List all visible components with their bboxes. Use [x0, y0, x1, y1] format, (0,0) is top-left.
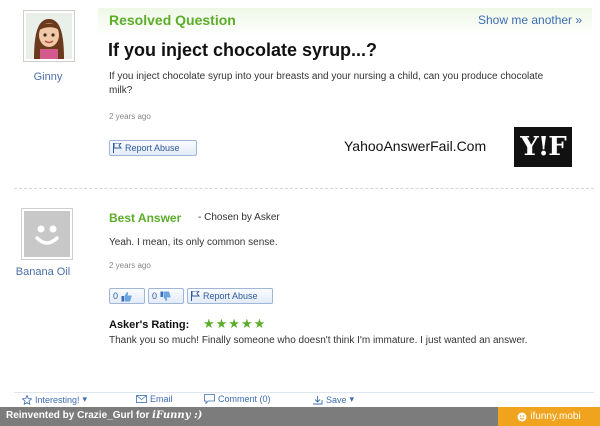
- answerer-avatar[interactable]: [21, 208, 73, 260]
- chosen-by-asker: - Chosen by Asker: [198, 212, 280, 223]
- ifunny-site-label: ifunny.mobi: [530, 411, 581, 422]
- thumbs-up-count: 0: [113, 291, 119, 301]
- question-body: If you inject chocolate syrup into your …: [109, 71, 544, 96]
- question-panel: Ginny Resolved Question Show me another …: [0, 0, 600, 182]
- answerer-name[interactable]: Banana Oil: [10, 266, 76, 278]
- comment-button[interactable]: Comment (0): [204, 394, 271, 404]
- rating-comment: Thank you so much! Finally someone who d…: [109, 335, 528, 346]
- thumbs-down-button[interactable]: 0: [148, 288, 184, 304]
- chevron-down-icon: ▾: [82, 394, 88, 404]
- thumbs-up-icon: [121, 291, 132, 301]
- rating-stars: ★★★★★: [203, 316, 267, 331]
- report-abuse-question-button[interactable]: Report Abuse: [109, 140, 197, 156]
- ifunny-site-badge[interactable]: ifunny.mobi: [498, 407, 600, 426]
- answer-timestamp: 2 years ago: [109, 261, 151, 270]
- chevron-down-icon: ▾: [349, 394, 355, 404]
- report-abuse-label: Report Abuse: [125, 143, 180, 153]
- footer-brand: iFunny :): [152, 410, 203, 421]
- answer-body: Yeah. I mean, its only common sense.: [109, 237, 278, 248]
- email-button[interactable]: Email: [136, 394, 173, 404]
- yahoo-answer-fail-logo: Y!F: [514, 127, 572, 167]
- action-bar: [14, 392, 594, 406]
- watermark-site: YahooAnswerFail.Com: [344, 138, 487, 154]
- default-avatar-icon: [24, 211, 70, 257]
- askers-rating-label: Asker's Rating:: [109, 319, 190, 331]
- save-button[interactable]: Save ▾: [312, 394, 354, 405]
- thumbs-down-icon: [160, 291, 171, 301]
- asker-avatar[interactable]: [23, 10, 75, 62]
- interesting-label: Interesting!: [35, 394, 80, 405]
- show-me-another-link[interactable]: Show me another »: [478, 13, 582, 27]
- section-divider: [14, 188, 594, 189]
- interesting-button[interactable]: Interesting! ▾: [22, 394, 87, 405]
- report-abuse-answer-button[interactable]: Report Abuse: [187, 288, 273, 304]
- ginny-avatar-icon: [26, 13, 72, 59]
- best-answer-header: Best Answer: [109, 211, 182, 225]
- flag-icon: [191, 291, 200, 301]
- thumbs-down-count: 0: [152, 291, 158, 301]
- email-icon: [136, 395, 147, 403]
- asker-name[interactable]: Ginny: [8, 71, 88, 83]
- report-abuse-label: Report Abuse: [203, 291, 258, 301]
- flag-icon: [113, 143, 122, 153]
- footer-credit: Reinvented by Crazie_Gurl for iFunny :): [6, 410, 202, 421]
- comment-icon: [204, 394, 215, 404]
- thumbs-up-button[interactable]: 0: [109, 288, 145, 304]
- save-icon: [313, 395, 323, 404]
- question-timestamp: 2 years ago: [109, 112, 151, 121]
- email-label: Email: [150, 394, 173, 404]
- ifunny-icon: [517, 412, 527, 421]
- resolved-question-header: Resolved Question: [109, 12, 236, 28]
- comment-label: Comment (0): [218, 394, 271, 404]
- star-icon: [22, 394, 32, 405]
- save-label: Save: [326, 394, 347, 405]
- footer-credit-prefix: Reinvented by Crazie_Gurl for: [6, 410, 150, 421]
- question-title: If you inject chocolate syrup...?: [108, 40, 378, 60]
